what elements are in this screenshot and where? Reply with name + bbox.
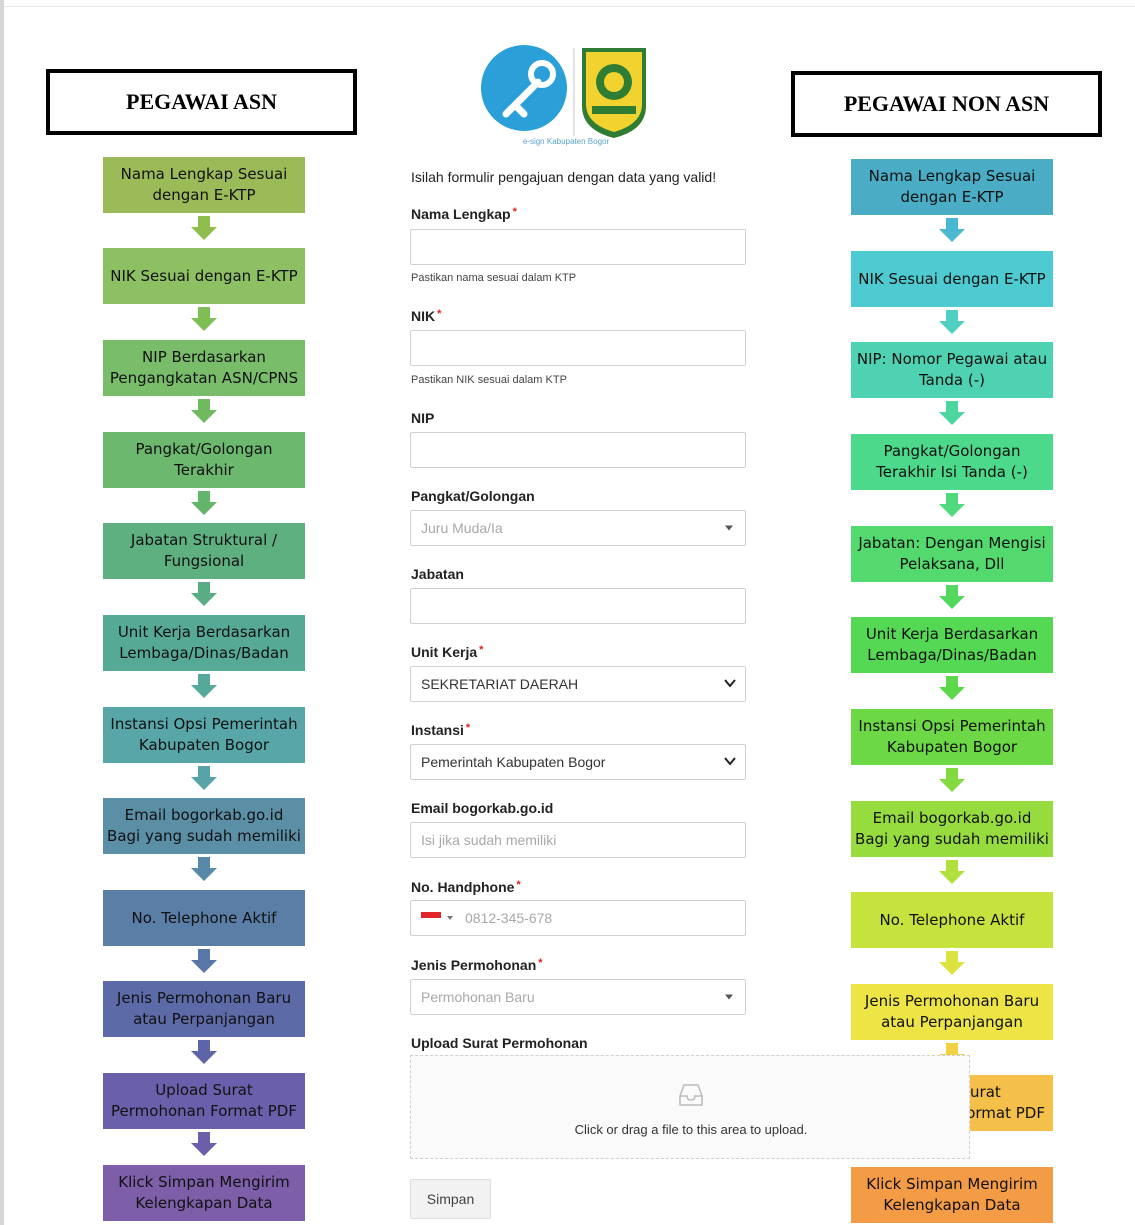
asn-arrow-down-icon (191, 399, 217, 423)
non-asn-step-1: Nama Lengkap Sesuai dengan E-KTP (851, 159, 1053, 215)
instansi-select[interactable]: Pemerintah Kabupaten Bogor (410, 744, 746, 780)
indonesia-flag-icon[interactable] (421, 911, 441, 925)
title-pegawai-asn: PEGAWAI ASN (46, 69, 357, 135)
esign-logo (478, 44, 650, 150)
jenis-value: Permohonan Baru (421, 989, 535, 1005)
email-input[interactable]: Isi jika sudah memiliki (410, 822, 746, 858)
nip-input[interactable] (410, 432, 746, 468)
asn-step-2: NIK Sesuai dengan E-KTP (103, 248, 305, 304)
email-placeholder: Isi jika sudah memiliki (421, 832, 557, 848)
asn-step-1: Nama Lengkap Sesuai dengan E-KTP (103, 157, 305, 213)
non-asn-arrow-down-icon (939, 860, 965, 884)
label-nip: NIP (411, 410, 435, 426)
title-pegawai-non-asn: PEGAWAI NON ASN (791, 71, 1102, 137)
inbox-icon (679, 1084, 703, 1106)
jabatan-input[interactable] (410, 588, 746, 624)
unit-kerja-value: SEKRETARIAT DAERAH (421, 676, 579, 692)
left-edge-bar (0, 0, 4, 1225)
non-asn-step-7: Instansi Opsi Pemerintah Kabupaten Bogor (851, 709, 1053, 765)
asn-arrow-down-icon (191, 216, 217, 240)
non-asn-arrow-down-icon (939, 401, 965, 425)
upload-text: Click or drag a file to this area to upl… (574, 1122, 808, 1137)
label-pangkat: Pangkat/Golongan (411, 488, 535, 504)
asn-arrow-down-icon (191, 949, 217, 973)
label-unit-kerja: Unit Kerja * (411, 644, 484, 660)
hint-nik: Pastikan NIK sesuai dalam KTP (411, 374, 567, 386)
label-instansi: Instansi * (411, 722, 471, 738)
asn-step-11: Upload Surat Permohonan Format PDF (103, 1073, 305, 1129)
non-asn-step-9: No. Telephone Aktif (851, 892, 1053, 948)
pangkat-select[interactable]: Juru Muda/Ia (410, 510, 746, 546)
logo-caption: e-sign Kabupaten Bogor (522, 137, 610, 146)
handphone-input[interactable]: 0812-345-678 (410, 900, 746, 936)
caret-down-icon (725, 994, 733, 1000)
nama-lengkap-input[interactable] (410, 229, 746, 265)
non-asn-step-4: Pangkat/Golongan Terakhir Isi Tanda (-) (851, 434, 1053, 490)
instansi-value: Pemerintah Kabupaten Bogor (421, 754, 606, 770)
non-asn-arrow-down-icon (939, 951, 965, 975)
label-nik: NIK * (411, 308, 442, 324)
unit-kerja-select[interactable]: SEKRETARIAT DAERAH (410, 666, 746, 702)
asn-arrow-down-icon (191, 857, 217, 881)
nik-input[interactable] (410, 330, 746, 366)
asn-step-8: Email bogorkab.go.id Bagi yang sudah mem… (103, 798, 305, 854)
chevron-down-icon (724, 679, 736, 688)
asn-arrow-down-icon (191, 491, 217, 515)
non-asn-arrow-down-icon (939, 585, 965, 609)
non-asn-step-12: Klick Simpan Mengirim Kelengkapan Data (851, 1167, 1053, 1223)
asn-step-7: Instansi Opsi Pemerintah Kabupaten Bogor (103, 707, 305, 763)
non-asn-arrow-down-icon (939, 493, 965, 517)
label-nama-lengkap: Nama Lengkap * (411, 206, 517, 222)
label-jabatan: Jabatan (411, 566, 464, 582)
asn-step-6: Unit Kerja Berdasarkan Lembaga/Dinas/Bad… (103, 615, 305, 671)
non-asn-arrow-down-icon (939, 218, 965, 242)
asn-arrow-down-icon (191, 1132, 217, 1156)
label-handphone: No. Handphone * (411, 879, 521, 895)
non-asn-step-3: NIP: Nomor Pegawai atau Tanda (-) (851, 342, 1053, 398)
caret-down-icon (725, 525, 733, 531)
asn-step-9: No. Telephone Aktif (103, 890, 305, 946)
non-asn-step-2: NIK Sesuai dengan E-KTP (851, 251, 1053, 307)
label-email: Email bogorkab.go.id (411, 800, 554, 816)
top-divider (0, 6, 1135, 7)
non-asn-arrow-down-icon (939, 310, 965, 334)
asn-step-5: Jabatan Struktural / Fungsional (103, 523, 305, 579)
non-asn-arrow-down-icon (939, 768, 965, 792)
label-jenis-permohonan: Jenis Permohonan * (411, 957, 543, 973)
simpan-button[interactable]: Simpan (410, 1179, 491, 1219)
non-asn-step-8: Email bogorkab.go.id Bagi yang sudah mem… (851, 801, 1053, 857)
asn-arrow-down-icon (191, 582, 217, 606)
asn-step-10: Jenis Permohonan Baru atau Perpanjangan (103, 981, 305, 1037)
non-asn-step-10: Jenis Permohonan Baru atau Perpanjangan (851, 984, 1053, 1040)
asn-step-12: Klick Simpan Mengirim Kelengkapan Data (103, 1165, 305, 1221)
form-intro: Isilah formulir pengajuan dengan data ya… (411, 169, 717, 185)
handphone-placeholder: 0812-345-678 (465, 910, 553, 926)
asn-arrow-down-icon (191, 307, 217, 331)
asn-arrow-down-icon (191, 766, 217, 790)
asn-step-4: Pangkat/Golongan Terakhir (103, 432, 305, 488)
non-asn-step-6: Unit Kerja Berdasarkan Lembaga/Dinas/Bad… (851, 617, 1053, 673)
hint-nama: Pastikan nama sesuai dalam KTP (411, 272, 577, 284)
pangkat-value: Juru Muda/Ia (421, 520, 503, 536)
upload-dropzone[interactable]: Click or drag a file to this area to upl… (410, 1055, 970, 1159)
label-upload: Upload Surat Permohonan (411, 1035, 588, 1051)
asn-arrow-down-icon (191, 674, 217, 698)
country-caret-icon[interactable] (447, 916, 453, 920)
non-asn-step-5: Jabatan: Dengan Mengisi Pelaksana, Dll (851, 526, 1053, 582)
jenis-permohonan-select[interactable]: Permohonan Baru (410, 979, 746, 1015)
asn-step-3: NIP Berdasarkan Pengangkatan ASN/CPNS (103, 340, 305, 396)
chevron-down-icon (724, 757, 736, 766)
asn-arrow-down-icon (191, 1040, 217, 1064)
non-asn-arrow-down-icon (939, 676, 965, 700)
